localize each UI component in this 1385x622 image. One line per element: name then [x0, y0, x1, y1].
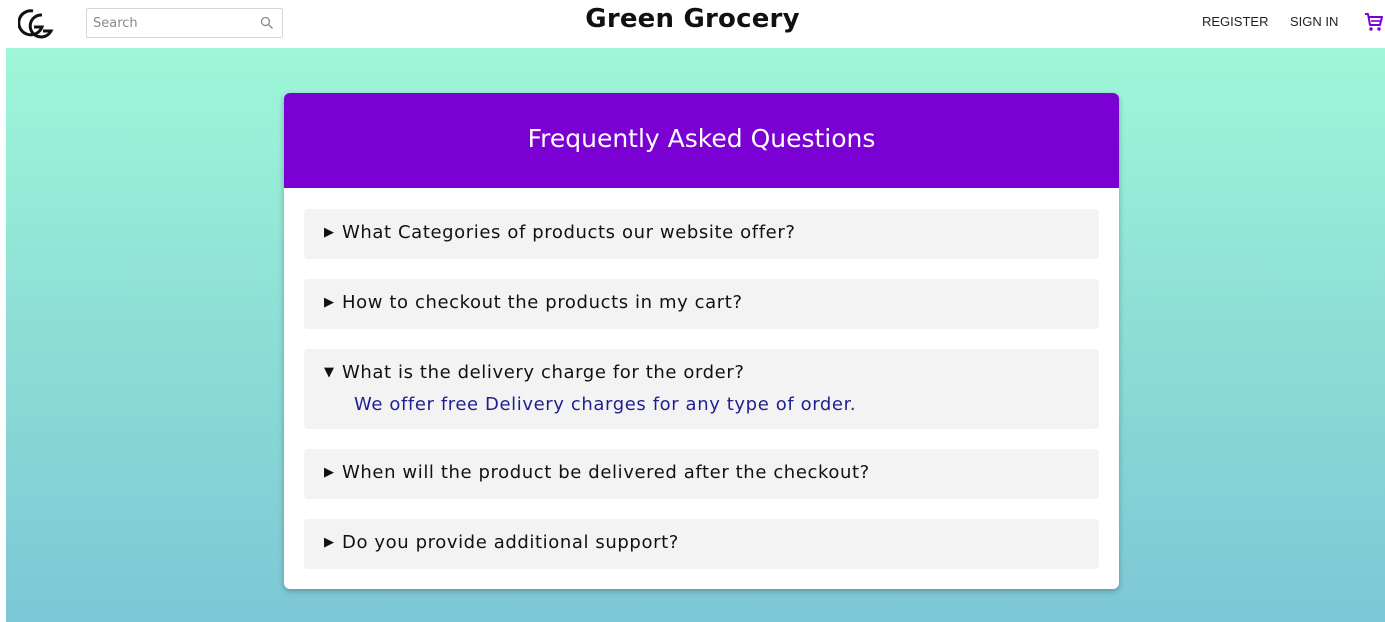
logo-icon[interactable]	[18, 6, 54, 40]
cart-icon[interactable]	[1364, 12, 1384, 32]
faq-item-categories[interactable]: ▶ What Categories of products our website…	[304, 209, 1099, 259]
sign-in-link[interactable]: SIGN IN	[1290, 14, 1338, 29]
faq-item-delivery-time[interactable]: ▶ When will the product be delivered afte…	[304, 449, 1099, 499]
faq-question[interactable]: ▶ When will the product be delivered afte…	[324, 462, 870, 483]
faq-item-checkout[interactable]: ▶ How to checkout the products in my cart…	[304, 279, 1099, 329]
faq-question[interactable]: ▶ How to checkout the products in my cart…	[324, 292, 743, 313]
faq-item-support[interactable]: ▶ Do you provide additional support?	[304, 519, 1099, 569]
collapsed-arrow-icon: ▶	[324, 225, 335, 240]
faq-question[interactable]: ▶ Do you provide additional support?	[324, 532, 679, 553]
search-bar	[86, 8, 283, 38]
faq-question[interactable]: ▶ What Categories of products our website…	[324, 222, 795, 243]
faq-question-text: What Categories of products our website …	[342, 222, 796, 243]
faq-answer: We offer free Delivery charges for any t…	[354, 394, 857, 415]
faq-question[interactable]: ▼ What is the delivery charge for the ord…	[324, 362, 745, 383]
faq-question-text: What is the delivery charge for the orde…	[342, 362, 745, 383]
register-link[interactable]: REGISTER	[1202, 14, 1268, 29]
faq-card: Frequently Asked Questions ▶ What Categor…	[284, 93, 1119, 589]
collapsed-arrow-icon: ▶	[324, 295, 335, 310]
faq-header: Frequently Asked Questions	[284, 93, 1119, 188]
collapsed-arrow-icon: ▶	[324, 535, 335, 550]
faq-title: Frequently Asked Questions	[527, 124, 876, 153]
top-navbar: Green Grocery REGISTER SIGN IN	[0, 0, 1385, 48]
faq-question-text: When will the product be delivered after…	[342, 462, 870, 483]
search-icon[interactable]	[260, 16, 274, 30]
search-input[interactable]	[87, 9, 257, 37]
faq-question-text: How to checkout the products in my cart?	[342, 292, 743, 313]
faq-question-text: Do you provide additional support?	[342, 532, 679, 553]
collapsed-arrow-icon: ▶	[324, 465, 335, 480]
expanded-arrow-icon: ▼	[324, 365, 335, 380]
faq-item-delivery-charge[interactable]: ▼ What is the delivery charge for the ord…	[304, 349, 1099, 429]
